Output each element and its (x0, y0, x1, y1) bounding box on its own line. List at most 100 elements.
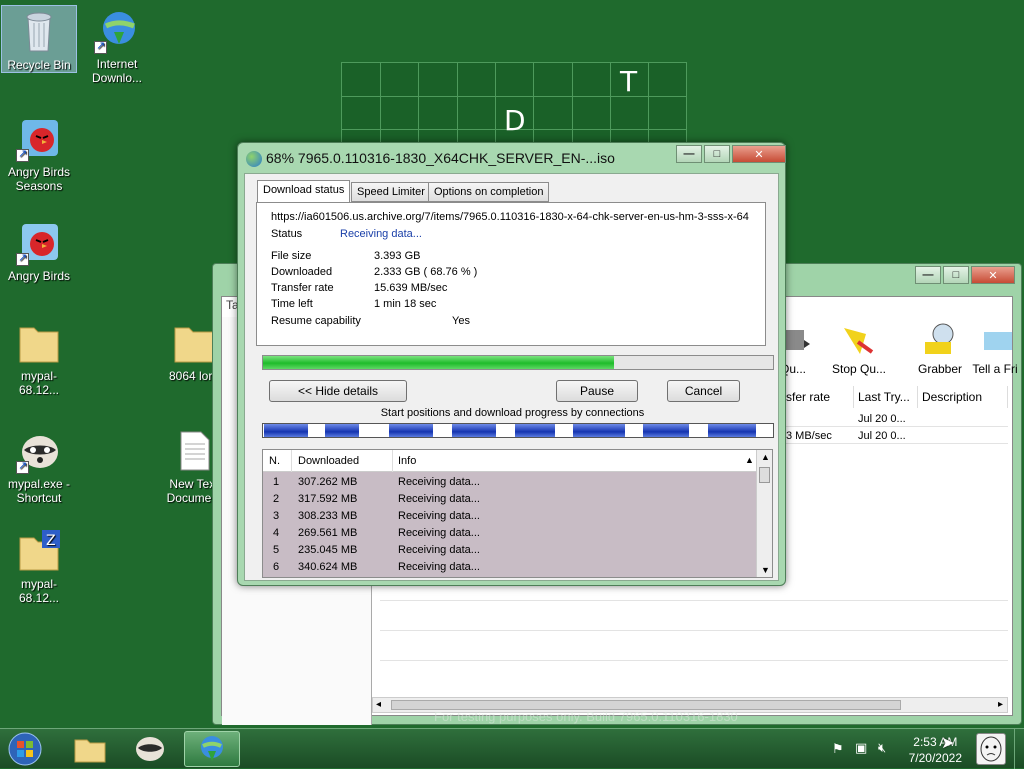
cell-info: Receiving data... (398, 561, 480, 573)
start-button[interactable] (2, 731, 48, 767)
connection-segment (643, 424, 689, 437)
connection-segment (708, 424, 756, 437)
table-row[interactable]: 3 308.233 MB Receiving data... (263, 507, 757, 524)
file-size-label: File size (271, 250, 312, 262)
zip-folder-icon: Z (16, 528, 62, 574)
cell-n: 2 (273, 493, 280, 505)
minimize-button[interactable]: — (915, 266, 941, 284)
connection-segment (515, 424, 555, 437)
raccoon-icon (16, 428, 62, 474)
column-description[interactable]: Description (918, 386, 1008, 408)
connection-segment (573, 424, 625, 437)
desktop-icon-recycle-bin[interactable]: Recycle Bin (1, 5, 77, 73)
tray-network-icon[interactable]: ▣ (855, 740, 867, 756)
angry-birds-icon (16, 116, 62, 162)
table-row[interactable]: 1 307.262 MB Receiving data... (263, 473, 757, 490)
taskbar-idm[interactable] (184, 731, 240, 767)
status-value: Receiving data... (340, 228, 422, 240)
dialog-title: 68% 7965.0.110316-1830_X64CHK_SERVER_EN-… (266, 150, 615, 166)
tab-download-status[interactable]: Download status (257, 180, 351, 203)
show-desktop-button[interactable] (1014, 729, 1024, 769)
connections-table[interactable]: N. Downloaded Info ▲ 1 307.262 MB Receivin… (262, 449, 773, 578)
toolbar-tell-a-friend-button[interactable]: Tell a Fri (970, 322, 1020, 376)
scroll-up-arrow-icon[interactable]: ▲ (761, 452, 770, 462)
toolbar-stop-queue-button[interactable]: Stop Qu... (826, 322, 892, 376)
desktop-icon-mypal-zip[interactable]: Z mypal-68.12... (1, 528, 77, 605)
close-button[interactable]: ✕ (971, 266, 1015, 284)
cell-downloaded: 307.262 MB (298, 476, 358, 488)
cell-downloaded: 235.045 MB (298, 544, 358, 556)
desktop-icon-internet-download-manager[interactable]: Internet Downlo... (79, 8, 155, 85)
table-row[interactable]: 5 235.045 MB Receiving data... (263, 541, 757, 558)
desktop-icon-mypal-shortcut[interactable]: mypal.exe - Shortcut (1, 428, 77, 505)
connection-segment (389, 424, 433, 437)
main-window-controls: — □ ✕ (915, 266, 1015, 284)
desktop-icon-label: Recycle Bin (7, 58, 71, 72)
desktop-icon-angry-birds-seasons[interactable]: Angry Birds Seasons (1, 116, 77, 193)
table-row[interactable]: 2 317.592 MB Receiving data... (263, 490, 757, 507)
close-button[interactable]: ✕ (732, 145, 786, 163)
stop-queue-icon (840, 322, 878, 358)
cancel-button[interactable]: Cancel (667, 380, 740, 402)
maximize-button[interactable]: □ (943, 266, 969, 284)
column-divider (392, 450, 393, 472)
recycle-bin-icon (16, 9, 62, 55)
folder-icon (171, 320, 217, 366)
user-avatar[interactable] (976, 733, 1006, 765)
column-downloaded[interactable]: Downloaded (298, 455, 359, 467)
shortcut-arrow-icon (16, 251, 29, 266)
connections-caption: Start positions and download progress by… (380, 407, 645, 419)
minimize-button[interactable]: — (676, 145, 702, 163)
taskbar: ⚑ ▣ 🔇︎ 2:53 AM 7/20/2022 (0, 728, 1024, 769)
desktop-icon-label: mypal-68.12... (18, 577, 60, 605)
scroll-down-arrow-icon[interactable]: ▼ (761, 565, 770, 575)
connections-progress-bar (262, 423, 774, 438)
connections-table-body: 1 307.262 MB Receiving data... 2 317.592 MB… (263, 472, 757, 577)
desktop-icon-label: mypal.exe - Shortcut (7, 477, 71, 505)
cell-info: Receiving data... (398, 527, 480, 539)
tray-flag-icon[interactable]: ⚑ (832, 741, 844, 757)
pause-button[interactable]: Pause (556, 380, 638, 402)
connections-vscrollbar[interactable]: ▲ ▼ (756, 450, 772, 577)
tray-volume-muted-icon[interactable]: 🔇︎ (878, 740, 886, 756)
downloaded-label: Downloaded (271, 266, 333, 278)
hide-details-button[interactable]: << Hide details (269, 380, 407, 402)
scroll-left-arrow-icon[interactable]: ◂ (376, 699, 381, 710)
connection-segment (264, 424, 308, 437)
cell-n: 5 (273, 544, 280, 556)
cell-n: 6 (273, 561, 280, 573)
column-last-try[interactable]: Last Try... (854, 386, 918, 408)
cell-downloaded: 308.233 MB (298, 510, 358, 522)
list-gridline (380, 600, 1008, 601)
column-n[interactable]: N. (269, 455, 280, 467)
windows-logo-icon (8, 732, 42, 766)
tab-options-on-completion[interactable]: Options on completion (428, 182, 550, 202)
time-left-label: Time left (271, 298, 313, 310)
tab-speed-limiter[interactable]: Speed Limiter (351, 182, 431, 202)
desktop-icon-angry-birds[interactable]: Angry Birds (1, 220, 77, 283)
download-progress-fill (263, 356, 614, 369)
toolbar-label: Stop Qu... (831, 362, 887, 376)
table-row[interactable]: 4 269.561 MB Receiving data... (263, 524, 757, 541)
column-info[interactable]: Info (398, 455, 416, 467)
dialog-body: Download status Speed Limiter Options on… (244, 173, 779, 581)
taskbar-mypal[interactable] (122, 731, 178, 767)
scrollbar-thumb[interactable] (759, 467, 770, 483)
connections-table-header: N. Downloaded Info ▲ (263, 450, 757, 472)
desktop-icon-label: Angry Birds (7, 269, 71, 283)
toolbar-grabber-button[interactable]: Grabber (907, 322, 973, 376)
download-progress-dialog[interactable]: 68% 7965.0.110316-1830_X64CHK_SERVER_EN-… (237, 142, 786, 586)
table-row[interactable]: 6 340.624 MB Receiving data... (263, 558, 757, 575)
column-transfer-rate[interactable]: sfer rate (782, 386, 854, 408)
desktop-icon-mypal-folder[interactable]: mypal-68.12... (1, 320, 77, 397)
cell-info: Receiving data... (398, 493, 480, 505)
download-status-panel: https://ia601506.us.archive.org/7/items/… (256, 202, 766, 346)
scroll-right-arrow-icon[interactable]: ▸ (998, 699, 1003, 710)
cell-info: Receiving data... (398, 544, 480, 556)
list-gridline (380, 660, 1008, 661)
taskbar-explorer[interactable] (62, 731, 118, 767)
cell-n: 1 (273, 476, 280, 488)
resume-capability-label: Resume capability (271, 315, 361, 327)
maximize-button[interactable]: □ (704, 145, 730, 163)
shortcut-arrow-icon (16, 459, 29, 474)
